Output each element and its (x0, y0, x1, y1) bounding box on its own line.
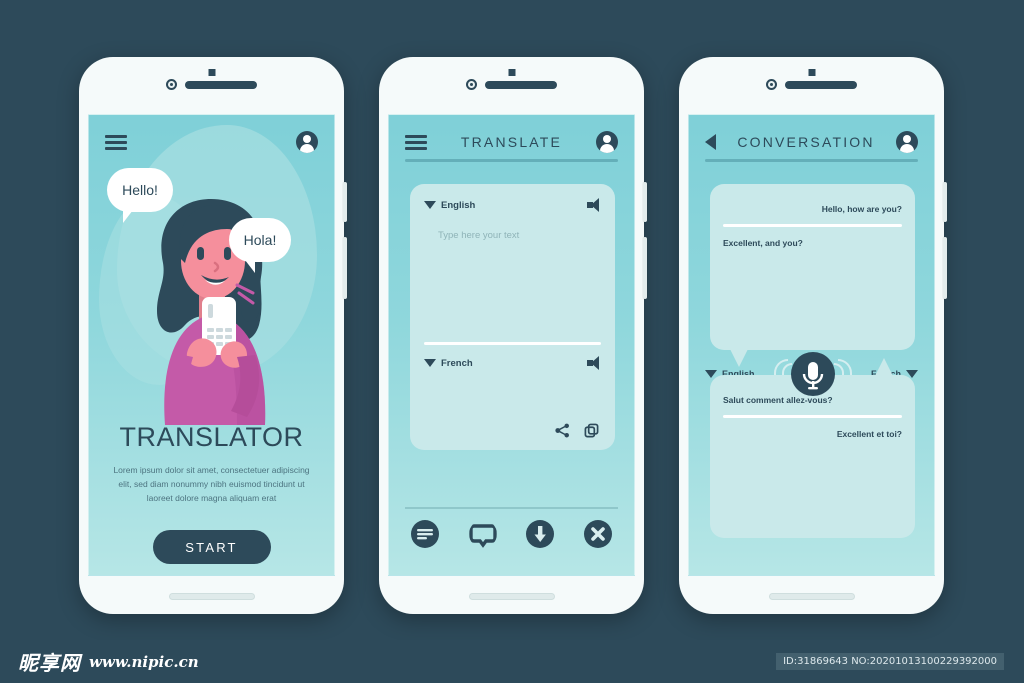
front-camera-icon (808, 69, 815, 76)
watermark-footer: 昵享网 www.nipic.cn ID:31869643 NO:20201013… (0, 640, 1024, 683)
phone-mockup-home: Hello! Hola! TRANSLATOR Lorem ipsum dolo… (79, 57, 347, 614)
screen-title-translate: TRANSLATE (460, 134, 563, 150)
phone-earpiece-row (379, 79, 644, 90)
phone-side-button-volume-up[interactable] (343, 182, 347, 222)
home-indicator-bar[interactable] (468, 593, 555, 600)
front-camera-icon (208, 69, 215, 76)
message-divider (723, 224, 902, 227)
screen-title-conversation: CONVERSATION (737, 134, 875, 150)
speech-bubble-hello: Hello! (107, 168, 173, 223)
source-language-row[interactable]: English (424, 198, 601, 212)
screen-conversation: CONVERSATION Hello, how are you? Excelle… (688, 114, 935, 576)
phone-earpiece-row (679, 79, 944, 90)
watermark-id: ID:31869643 NO:20201013100229392000 (776, 653, 1004, 670)
earpiece-speaker (785, 80, 857, 89)
user-avatar-icon[interactable] (296, 131, 318, 153)
front-camera-icon (508, 69, 515, 76)
chat-message: Salut comment allez-vous? (723, 395, 833, 405)
card-divider (424, 342, 601, 345)
microphone-button[interactable] (790, 352, 835, 396)
share-icon[interactable] (555, 423, 570, 438)
proximity-sensor-icon (166, 79, 177, 90)
source-text-input[interactable]: Type here your text (438, 230, 519, 241)
chat-bubble-icon[interactable] (468, 520, 497, 548)
back-arrow-icon[interactable] (705, 134, 716, 150)
header-divider (405, 159, 618, 162)
proximity-sensor-icon (766, 79, 777, 90)
message-divider (723, 415, 902, 418)
target-language-label: French (441, 357, 473, 369)
speech-bubble-hola-text: Hola! (243, 232, 277, 248)
phone-side-button-volume-down[interactable] (343, 237, 347, 299)
microphone-icon (802, 362, 823, 390)
app-title: TRANSLATOR (119, 422, 304, 452)
chat-bubble-french: Salut comment allez-vous? Excellent et t… (710, 358, 915, 538)
speech-bubble-hello-text: Hello! (122, 182, 158, 198)
user-avatar-icon[interactable] (596, 131, 618, 153)
screen-home: Hello! Hola! TRANSLATOR Lorem ipsum dolo… (88, 114, 335, 576)
hamburger-icon[interactable] (105, 132, 127, 153)
speech-bubble-hola: Hola! (229, 218, 291, 273)
home-indicator-bar[interactable] (168, 593, 255, 600)
target-language-row[interactable]: French (424, 356, 601, 370)
chat-message: Excellent et toi? (836, 429, 902, 439)
text-lines-icon[interactable] (411, 520, 439, 548)
proximity-sensor-icon (466, 79, 477, 90)
bottom-nav (405, 520, 618, 548)
hamburger-icon[interactable] (405, 132, 427, 153)
close-icon[interactable] (583, 520, 612, 548)
speaker-icon[interactable] (587, 198, 601, 212)
card-action-row (555, 423, 599, 438)
phone-mockup-translate: TRANSLATE English Type here your text Fr… (379, 57, 647, 614)
start-button[interactable]: START (152, 530, 271, 564)
conversation-topbar: CONVERSATION (689, 127, 934, 157)
translate-topbar: TRANSLATE (389, 127, 634, 157)
copy-icon[interactable] (584, 423, 599, 438)
home-indicator-bar[interactable] (768, 593, 855, 600)
chat-message: Hello, how are you? (821, 204, 902, 214)
translate-card: English Type here your text French (410, 184, 615, 450)
phone-earpiece-row (79, 79, 344, 90)
earpiece-speaker (185, 80, 257, 89)
phone-side-button-volume-up[interactable] (643, 182, 647, 222)
watermark-url: www.nipic.cn (89, 652, 199, 671)
download-icon[interactable] (526, 520, 555, 548)
user-avatar-icon[interactable] (896, 131, 918, 153)
bottom-nav-divider (405, 507, 618, 509)
screen-translate: TRANSLATE English Type here your text Fr… (388, 114, 635, 576)
chat-message: Excellent, and you? (723, 238, 803, 248)
source-language-label: English (441, 199, 476, 211)
illustration-stage: Hello! Hola! TRANSLATOR Lorem ipsum dolo… (0, 0, 1024, 640)
chat-bubble-english: Hello, how are you? Excellent, and you? (710, 184, 915, 367)
earpiece-speaker (485, 80, 557, 89)
home-topbar (89, 127, 334, 157)
header-divider (705, 159, 918, 162)
chevron-down-icon[interactable] (424, 359, 436, 367)
speaker-icon[interactable] (587, 356, 601, 370)
phone-side-button-volume-up[interactable] (943, 182, 947, 222)
phone-mockup-conversation: CONVERSATION Hello, how are you? Excelle… (679, 57, 947, 614)
phone-side-button-volume-down[interactable] (643, 237, 647, 299)
phone-side-button-volume-down[interactable] (943, 237, 947, 299)
app-description: Lorem ipsum dolor sit amet, consectetuer… (113, 465, 310, 504)
watermark-logo: 昵享网 (18, 651, 81, 675)
chevron-down-icon[interactable] (424, 201, 436, 209)
